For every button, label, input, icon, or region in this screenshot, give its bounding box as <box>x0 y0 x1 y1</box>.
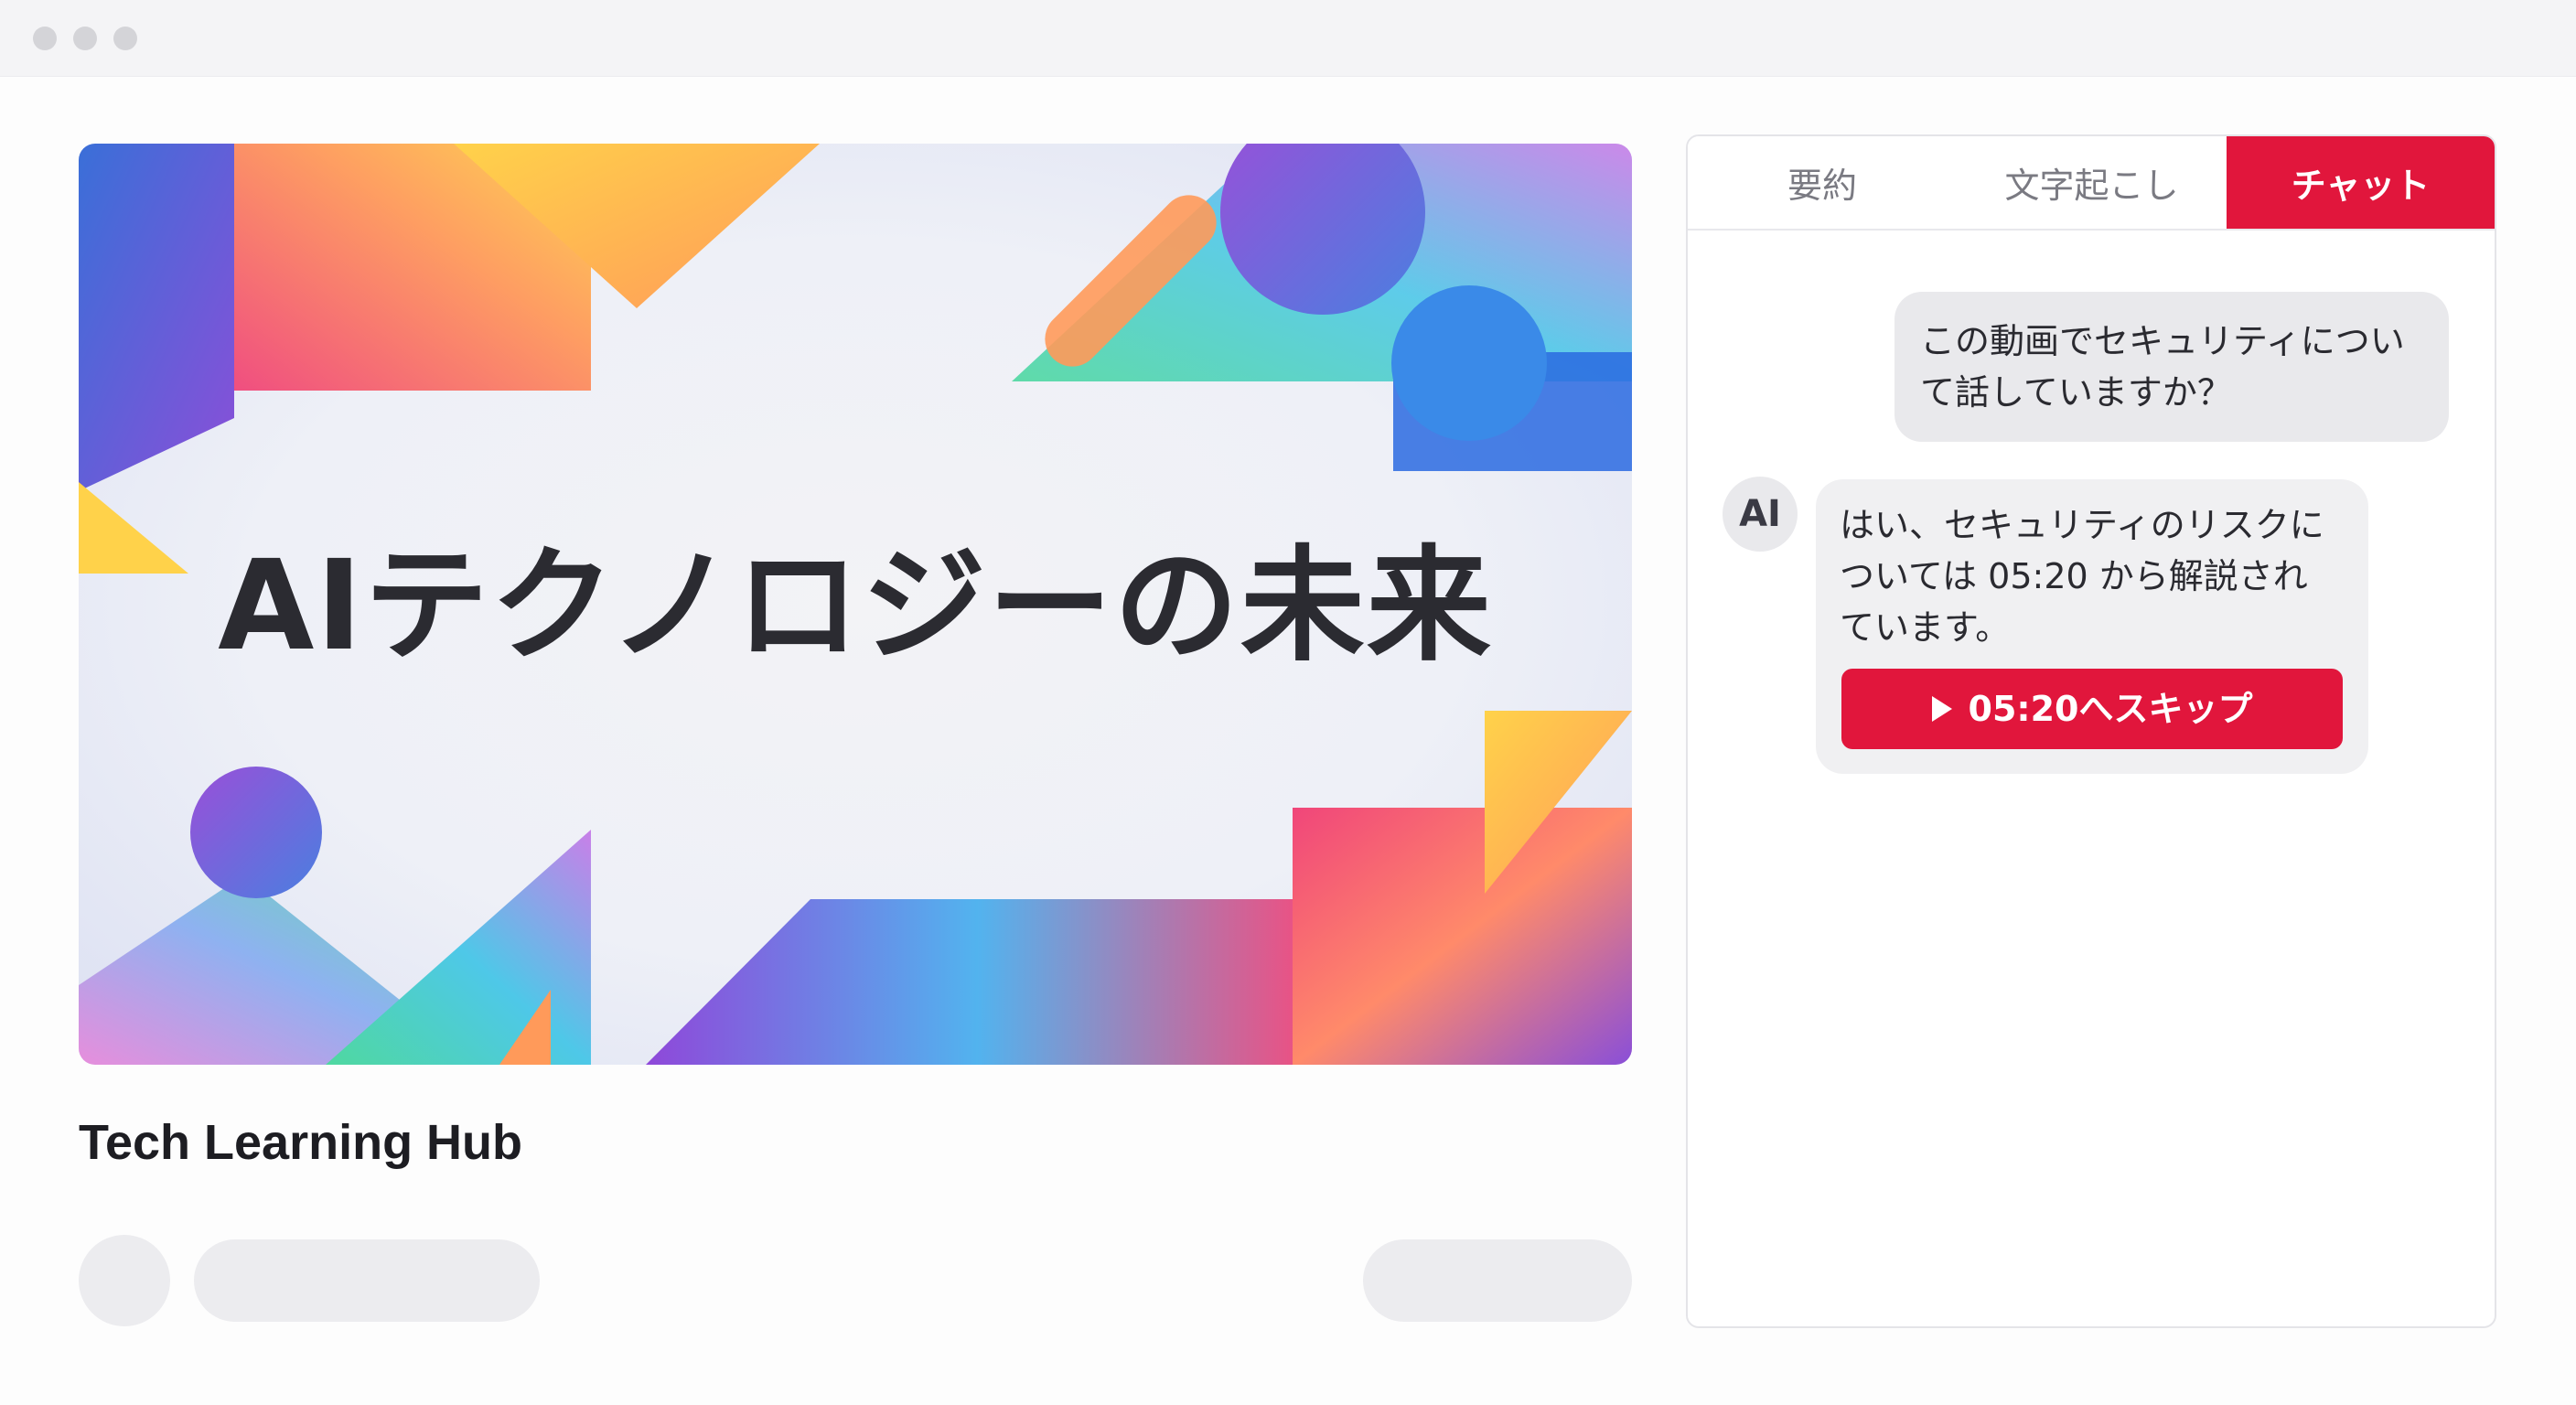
window-close-dot[interactable] <box>33 27 57 50</box>
ai-avatar: AI <box>1723 477 1798 552</box>
tab-transcript[interactable]: 文字起こし <box>1957 136 2227 229</box>
tab-chat[interactable]: チャット <box>2227 136 2495 229</box>
ai-message-line: ついては 05:20 から解説され <box>1840 556 2308 596</box>
ai-message-bubble: はい、セキュリティのリスクに ついては 05:20 から解説され ています。 0… <box>1816 479 2368 774</box>
channel-name[interactable]: Tech Learning Hub <box>79 1114 522 1171</box>
window-maximize-dot[interactable] <box>113 27 137 50</box>
video-player[interactable]: AIテクノロジーの未来 <box>79 144 1632 1065</box>
user-message-line: この動画でセキュリティについ <box>1920 321 2405 361</box>
window-minimize-dot[interactable] <box>73 27 97 50</box>
channel-avatar-placeholder <box>79 1235 170 1326</box>
skip-button-label: 05:20へスキップ <box>1968 689 2253 729</box>
ai-message-line: はい、セキュリティのリスクに <box>1840 505 2324 545</box>
video-title: AIテクノロジーの未来 <box>218 534 1493 679</box>
skip-to-timestamp-button[interactable]: 05:20へスキップ <box>1841 669 2343 749</box>
window-titlebar <box>0 0 2576 77</box>
user-message-line: て話していますか？ <box>1920 372 2232 413</box>
user-message-bubble: この動画でセキュリティについ て話していますか？ <box>1894 292 2449 442</box>
action-placeholder-bar <box>1363 1239 1632 1322</box>
meta-placeholder-bar <box>194 1239 540 1322</box>
tab-summary[interactable]: 要約 <box>1688 136 1957 229</box>
ai-message-line: ています。 <box>1840 607 2011 648</box>
play-icon <box>1931 696 1952 722</box>
side-panel: 要約 文字起こし チャット この動画でセキュリティについ て話していますか？ A… <box>1686 134 2496 1328</box>
panel-tabs: 要約 文字起こし チャット <box>1688 136 2495 231</box>
